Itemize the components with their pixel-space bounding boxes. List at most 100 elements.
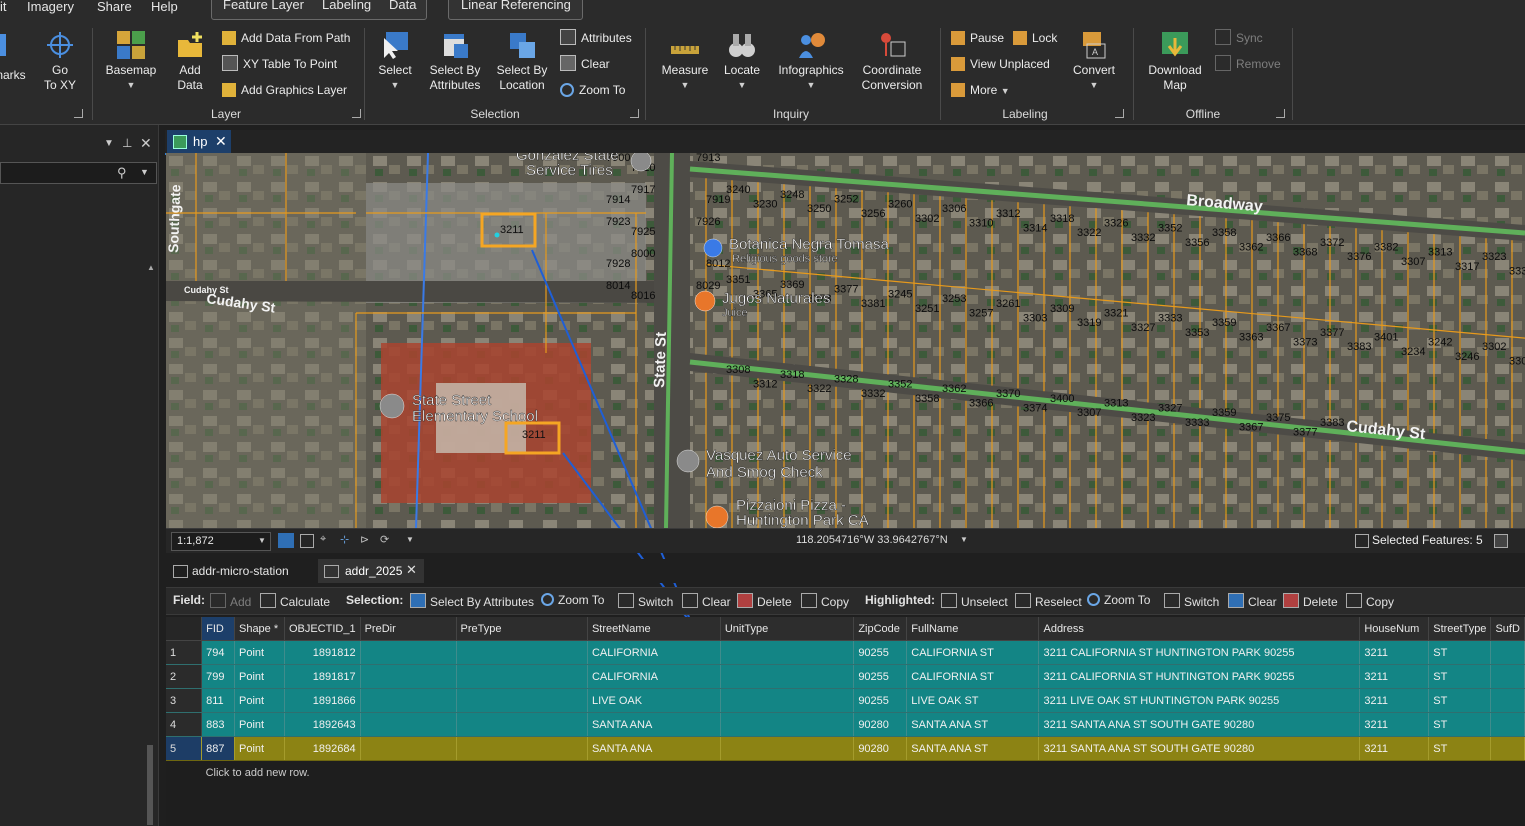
grid-icon[interactable] bbox=[300, 534, 314, 548]
search-icon[interactable]: ⚲ bbox=[117, 165, 127, 181]
table-cell[interactable]: Point bbox=[234, 664, 285, 689]
remove-button[interactable]: Remove bbox=[1215, 55, 1281, 73]
table-row[interactable]: 2 799 Point 1891817 CALIFORNIA 90255 CALIFORNI… bbox=[166, 664, 1525, 689]
menu-edit[interactable]: it bbox=[0, 0, 7, 18]
table-cell[interactable] bbox=[360, 712, 457, 737]
table-cell[interactable]: ST bbox=[1428, 736, 1492, 761]
table-cell[interactable] bbox=[456, 712, 588, 737]
column-header[interactable]: PreType bbox=[456, 617, 588, 641]
labeling-launcher-icon[interactable] bbox=[1115, 109, 1124, 118]
constraints-icon[interactable]: ⊹ bbox=[340, 533, 349, 546]
column-header[interactable]: SufD bbox=[1490, 617, 1525, 641]
juice-pin-icon[interactable] bbox=[694, 290, 716, 312]
table-cell[interactable] bbox=[1490, 664, 1525, 689]
tab-addr-micro-station[interactable]: addr-micro-station bbox=[170, 559, 310, 583]
menu-help[interactable]: Help bbox=[151, 0, 178, 18]
table-cell[interactable]: ST bbox=[1428, 664, 1492, 689]
table-cell[interactable]: 794 bbox=[201, 640, 235, 665]
table-cell[interactable] bbox=[456, 688, 588, 713]
table-row[interactable]: 4 883 Point 1892643 SANTA ANA 90280 SANTA ANA … bbox=[166, 712, 1525, 737]
add-graphics-layer-button[interactable]: Add Graphics Layer bbox=[222, 81, 347, 99]
table-cell[interactable]: Point bbox=[234, 712, 285, 737]
table-cell[interactable]: SANTA ANA bbox=[587, 736, 721, 761]
table-cell[interactable]: SANTA ANA bbox=[587, 712, 721, 737]
add-row-hint[interactable]: Click to add new row. bbox=[201, 760, 1525, 784]
tab-addr-2025[interactable]: addr_2025 ✕ bbox=[318, 559, 424, 583]
table-cell[interactable]: ST bbox=[1428, 712, 1492, 737]
table-cell[interactable]: CALIFORNIA ST bbox=[906, 640, 1040, 665]
table-cell[interactable]: 90255 bbox=[853, 640, 908, 665]
tab-feature-layer[interactable]: Feature Layer bbox=[223, 0, 304, 13]
clear-selection-button[interactable]: Clear bbox=[560, 55, 610, 73]
row-number[interactable]: 5 bbox=[166, 736, 203, 761]
go-to-xy-button[interactable]: Go To XY bbox=[40, 30, 80, 93]
table-cell[interactable]: SANTA ANA ST bbox=[906, 736, 1040, 761]
column-header[interactable]: OBJECTID_1 bbox=[284, 617, 361, 641]
table-cell[interactable]: LIVE OAK bbox=[587, 688, 721, 713]
zoom-to-highlighted-tool[interactable]: Zoom To bbox=[1087, 593, 1150, 607]
search-options-chevron-icon[interactable]: ▼ bbox=[140, 167, 149, 177]
table-cell[interactable] bbox=[1490, 736, 1525, 761]
select-by-attributes-button[interactable]: Select By Attributes bbox=[426, 30, 484, 93]
select-by-location-button[interactable]: Select By Location bbox=[492, 30, 552, 93]
table-cell[interactable] bbox=[1490, 688, 1525, 713]
column-header[interactable]: UnitType bbox=[720, 617, 855, 641]
layer-launcher-icon[interactable] bbox=[352, 109, 361, 118]
table-cell[interactable] bbox=[720, 712, 855, 737]
table-row[interactable]: 3 811 Point 1891866 LIVE OAK 90255 LIVE OAK ST… bbox=[166, 688, 1525, 713]
view-unplaced-button[interactable]: View Unplaced bbox=[951, 55, 1050, 73]
table-cell[interactable]: 3211 SANTA ANA ST SOUTH GATE 90280 bbox=[1038, 712, 1361, 737]
pizza-pin-icon[interactable] bbox=[705, 505, 729, 528]
clear-highlighted-tool[interactable]: Clear bbox=[1228, 593, 1277, 609]
delete-highlighted-tool[interactable]: Delete bbox=[1283, 593, 1338, 609]
copy-highlighted-tool[interactable]: Copy bbox=[1346, 593, 1394, 609]
column-header[interactable]: HouseNum bbox=[1359, 617, 1430, 641]
table-cell[interactable] bbox=[360, 688, 457, 713]
column-header[interactable]: PreDir bbox=[360, 617, 457, 641]
column-header[interactable]: Shape * bbox=[234, 617, 285, 641]
tab-linear-referencing[interactable]: Linear Referencing bbox=[461, 0, 571, 13]
column-header[interactable]: FID bbox=[201, 617, 235, 641]
scale-selector[interactable]: 1:1,872 ▼ bbox=[171, 532, 271, 551]
download-map-button[interactable]: Download Map bbox=[1143, 30, 1207, 93]
table-row[interactable]: 1 794 Point 1891812 CALIFORNIA 90255 CALIFORNI… bbox=[166, 640, 1525, 665]
add-data-button[interactable]: Add Data bbox=[165, 30, 215, 93]
close-pane-icon[interactable]: ✕ bbox=[140, 135, 152, 152]
table-cell[interactable]: 90255 bbox=[853, 664, 908, 689]
unselect-tool[interactable]: Unselect bbox=[941, 593, 1008, 609]
pane-scrollbar[interactable]: ▲ bbox=[146, 263, 155, 825]
table-cell[interactable]: 1891817 bbox=[284, 664, 361, 689]
switch-highlighted-tool[interactable]: Switch bbox=[1164, 593, 1219, 609]
add-data-from-path-button[interactable]: Add Data From Path bbox=[222, 29, 350, 47]
close-tab-icon[interactable]: ✕ bbox=[406, 562, 417, 578]
table-cell[interactable] bbox=[360, 640, 457, 665]
table-cell[interactable] bbox=[720, 736, 855, 761]
column-header[interactable]: ZipCode bbox=[853, 617, 908, 641]
bookmarks-button[interactable]: narks bbox=[0, 30, 28, 83]
menu-share[interactable]: Share bbox=[97, 0, 132, 18]
corner-cell[interactable] bbox=[166, 617, 203, 641]
reselect-tool[interactable]: Reselect bbox=[1015, 593, 1082, 609]
close-tab-icon[interactable]: ✕ bbox=[215, 133, 227, 150]
table-cell[interactable]: 1892643 bbox=[284, 712, 361, 737]
locate-button[interactable]: Locate ▼ bbox=[718, 30, 766, 93]
coordinate-format-chevron-icon[interactable]: ▼ bbox=[960, 535, 968, 544]
table-cell[interactable]: 887 bbox=[201, 736, 235, 761]
table-cell[interactable]: CALIFORNIA ST bbox=[906, 664, 1040, 689]
table-cell[interactable]: 1892684 bbox=[284, 736, 361, 761]
tire-shop-pin-icon[interactable] bbox=[630, 153, 652, 172]
table-cell[interactable] bbox=[1490, 640, 1525, 665]
table-cell[interactable] bbox=[720, 664, 855, 689]
table-cell[interactable]: 3211 bbox=[1359, 688, 1430, 713]
table-cell[interactable]: SANTA ANA ST bbox=[906, 712, 1040, 737]
table-cell[interactable] bbox=[360, 736, 457, 761]
table-cell[interactable]: Point bbox=[234, 640, 285, 665]
table-cell[interactable]: 3211 CALIFORNIA ST HUNTINGTON PARK 90255 bbox=[1038, 640, 1361, 665]
infographics-button[interactable]: Infographics ▼ bbox=[774, 30, 848, 93]
table-cell[interactable]: 811 bbox=[201, 688, 235, 713]
table-cell[interactable]: ST bbox=[1428, 688, 1492, 713]
navigate-launcher-icon[interactable] bbox=[74, 109, 83, 118]
zoom-to-selection-button[interactable]: Zoom To bbox=[560, 81, 625, 99]
column-header[interactable]: StreetName bbox=[587, 617, 721, 641]
map-view[interactable]: 7900791079137914791779197923792579267928… bbox=[166, 153, 1525, 528]
